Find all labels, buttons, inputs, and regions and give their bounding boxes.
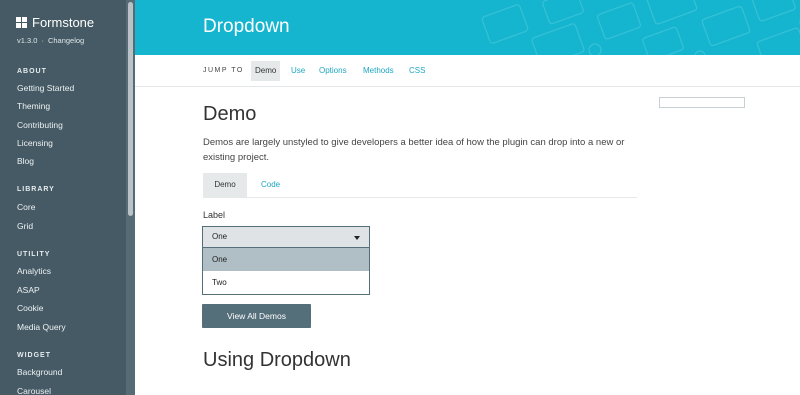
jump-link-methods[interactable]: Methods [359, 61, 398, 81]
sidebar-item-core[interactable]: Core [17, 202, 35, 212]
formstone-logo-icon [16, 17, 27, 28]
dropdown-label: Label [203, 210, 226, 220]
jump-link-css[interactable]: CSS [405, 61, 429, 81]
sidebar-item-contributing[interactable]: Contributing [17, 120, 63, 130]
sidebar-item-licensing[interactable]: Licensing [17, 138, 53, 148]
using-heading: Using Dropdown [203, 349, 351, 371]
sidebar-item-carousel[interactable]: Carousel [17, 386, 51, 395]
dropdown-option-one[interactable]: One [203, 248, 369, 271]
sidebar-item-theming[interactable]: Theming [17, 101, 50, 111]
version-line: v1.3.0 · Changelog [17, 36, 84, 45]
page-header: Dropdown [135, 0, 800, 55]
jump-bar: JUMP TO Demo Use Options Methods CSS [135, 55, 800, 87]
view-all-demos-button[interactable]: View All Demos [202, 304, 311, 328]
sidebar-item-cookie[interactable]: Cookie [17, 303, 43, 313]
nav-heading-utility: UTILITY [17, 251, 51, 258]
sidebar-scrollbar-thumb[interactable] [128, 2, 133, 216]
sidebar-item-analytics[interactable]: Analytics [17, 266, 51, 276]
sidebar-scrollbar[interactable] [126, 0, 135, 395]
sidebar-item-background[interactable]: Background [17, 367, 62, 377]
version-separator: · [41, 36, 44, 45]
brand-name[interactable]: Formstone [32, 15, 94, 30]
version-label: v1.3.0 [17, 36, 38, 45]
nav-heading-about: ABOUT [17, 68, 47, 75]
dropdown-select[interactable]: One [202, 226, 370, 248]
jump-to-label: JUMP TO [203, 67, 244, 74]
sidebar: Formstone v1.3.0 · Changelog ABOUT Getting… [0, 0, 135, 395]
search-input[interactable] [659, 97, 745, 108]
brand[interactable]: Formstone [16, 15, 94, 30]
sidebar-item-blog[interactable]: Blog [17, 156, 34, 166]
caret-down-icon [354, 236, 360, 240]
demo-description: Demos are largely unstyled to give devel… [203, 137, 625, 163]
dropdown-option-two[interactable]: Two [203, 271, 369, 294]
page-title: Dropdown [203, 16, 290, 37]
demo-heading: Demo [203, 103, 257, 125]
dropdown-options: One Two [202, 248, 370, 295]
changelog-link[interactable]: Changelog [48, 36, 84, 45]
sidebar-item-grid[interactable]: Grid [17, 221, 33, 231]
header-pattern-icon [481, 0, 800, 55]
tab-code[interactable]: Code [249, 173, 292, 197]
tab-demo[interactable]: Demo [203, 173, 247, 197]
jump-link-use[interactable]: Use [287, 61, 309, 81]
dropdown-selected-value: One [212, 232, 228, 241]
jump-link-demo[interactable]: Demo [251, 61, 281, 81]
sidebar-item-getting-started[interactable]: Getting Started [17, 83, 74, 93]
jump-link-options[interactable]: Options [315, 61, 351, 81]
nav-heading-widget: WIDGET [17, 352, 51, 359]
sidebar-item-asap[interactable]: ASAP [17, 285, 40, 295]
sidebar-item-media-query[interactable]: Media Query [17, 322, 66, 332]
demo-tabs: Demo Code [203, 173, 637, 198]
nav-heading-library: LIBRARY [17, 186, 55, 193]
